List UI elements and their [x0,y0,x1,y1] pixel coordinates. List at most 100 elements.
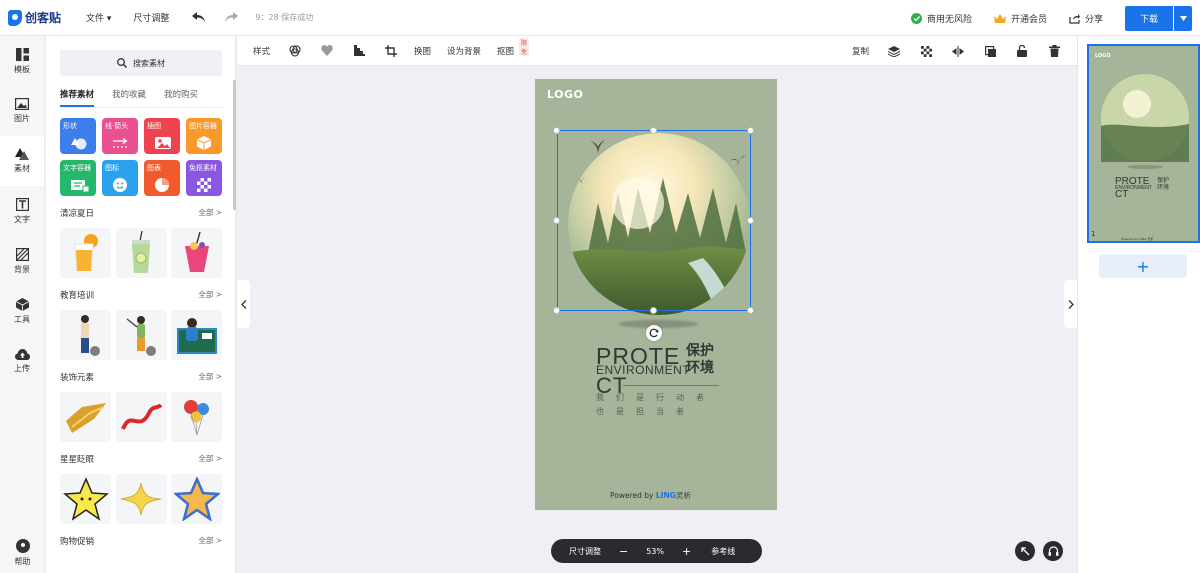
red-ribbon-sticker[interactable] [115,392,167,442]
layers-icon[interactable] [887,45,901,57]
delete-icon[interactable] [1047,45,1061,57]
section-title: 教育培训 [60,291,95,301]
redo-icon[interactable] [223,11,239,25]
cube-icon [197,136,211,150]
resize-handle[interactable] [553,127,560,134]
resize-handle[interactable] [747,127,754,134]
rotate-handle[interactable] [646,325,662,341]
file-menu[interactable]: 文件 ▾ [86,11,111,24]
rail-item-upload[interactable]: 上传 [0,336,44,386]
rail-item-image[interactable]: 图片 [0,86,44,136]
zoom-level[interactable]: 53% [646,547,664,556]
resize-handle[interactable] [747,307,754,314]
style-button[interactable]: 样式 [253,45,270,57]
category-line-arrow[interactable]: 线·箭头 [102,118,138,154]
filter-icon[interactable] [288,44,302,57]
gold-ribbon-sticker[interactable] [60,392,111,442]
rail-item-tools[interactable]: 工具 [0,286,44,336]
resize-handle[interactable] [650,307,657,314]
poster-logo-text[interactable]: LOGO [547,88,583,101]
category-cutout[interactable]: 免抠素材 [186,160,222,196]
tab-purchases[interactable]: 我的购买 [164,88,198,107]
opacity-icon[interactable] [919,45,933,57]
category-label: 图片容器 [189,122,217,130]
app-logo[interactable]: 创客贴 [8,9,70,26]
poster-powered-by[interactable]: Powered by LING灵析 [610,490,691,501]
category-shape[interactable]: 形状 [60,118,96,154]
chevron-left-icon [240,299,246,309]
text-box-icon [71,180,89,192]
category-icon[interactable]: 图标 [102,160,138,196]
category-chart[interactable]: 图表 [144,160,180,196]
resize-handle[interactable] [553,217,560,224]
panel-scrollbar[interactable] [233,80,236,210]
illustration-icon [155,137,171,149]
category-text-container[interactable]: 文字容器 [60,160,96,196]
commercial-safe-link[interactable]: 商用无风险 [910,12,972,25]
search-label: 搜索素材 [133,58,165,68]
pie-chart-icon [155,178,169,192]
poster-subtitle-1[interactable]: 我们是行动者 [596,392,716,403]
resize-handle[interactable] [650,127,657,134]
teacher-pointing-illustration[interactable] [115,310,167,360]
resize-handle[interactable] [553,307,560,314]
category-illustration[interactable]: 插图 [144,118,180,154]
zoom-resize-button[interactable]: 尺寸调整 [569,546,601,557]
svg-text:LOGO: LOGO [1095,53,1111,59]
zoom-out-button[interactable]: − [619,545,628,558]
set-background-button[interactable]: 设为背景 [447,45,481,57]
sparkle-star-sticker[interactable] [115,474,167,524]
balloons-sticker[interactable] [171,392,222,442]
vip-link[interactable]: 开通会员 [993,12,1047,25]
orange-star-sticker[interactable] [171,474,222,524]
customer-service-button[interactable] [1043,541,1063,561]
teacher-illustration[interactable] [60,310,111,360]
search-material-button[interactable]: 搜索素材 [60,50,222,76]
guides-button[interactable]: 参考线 [711,546,735,557]
cutout-button[interactable]: 抠图 限免 [497,37,530,57]
flip-icon[interactable] [951,45,965,57]
transparency-icon[interactable] [352,45,366,56]
add-page-button[interactable]: + [1099,254,1187,278]
rail-item-template[interactable]: 模板 [0,36,44,86]
blackboard-teacher-illustration[interactable] [171,310,222,360]
lock-icon[interactable] [1015,45,1029,57]
view-all-link[interactable]: 全部 > [198,371,222,383]
rail-item-material[interactable]: 素材 [0,136,44,186]
download-dropdown-icon[interactable] [1174,5,1192,31]
back-to-top-button[interactable] [1015,541,1035,561]
rail-item-background[interactable]: 背景 [0,236,44,286]
tab-favorites[interactable]: 我的收藏 [112,88,146,107]
favorite-heart-icon[interactable] [320,45,334,56]
page-thumbnail[interactable]: LOGO PROTE ENVIRONMENT CT 保护 环境 Powered … [1087,44,1200,243]
resize-menu[interactable]: 尺寸调整 [133,11,169,24]
yellow-star-face-sticker[interactable] [60,474,111,524]
tab-recommended[interactable]: 推荐素材 [60,88,95,107]
lime-drink-sticker[interactable] [115,228,167,278]
share-button[interactable]: 分享 [1069,12,1103,25]
collapse-right-panel-button[interactable] [1064,280,1077,328]
view-all-link[interactable]: 全部 > [198,535,222,547]
collapse-left-panel-button[interactable] [237,280,250,328]
material-panel: 搜索素材 推荐素材 我的收藏 我的购买 形状 线·箭头 插图 图片容器 文字容器… [46,36,236,573]
view-all-link[interactable]: 全部 > [198,207,222,219]
download-button[interactable]: 下载 [1125,5,1173,31]
view-all-link[interactable]: 全部 > [198,289,222,301]
orange-juice-sticker[interactable] [60,228,111,278]
category-image-container[interactable]: 图片容器 [186,118,222,154]
copy-button[interactable]: 复制 [852,45,869,57]
resize-handle[interactable] [747,217,754,224]
view-all-link[interactable]: 全部 > [198,453,222,465]
crop-icon[interactable] [384,44,398,57]
berry-drink-sticker[interactable] [171,228,222,278]
nature-globe-image[interactable] [568,133,750,315]
zoom-in-button[interactable]: + [682,545,691,558]
rail-item-text[interactable]: 文字 [0,186,44,236]
help-button[interactable]: 帮助 [0,539,45,567]
position-icon[interactable] [983,45,997,57]
undo-icon[interactable] [191,11,207,25]
poster-title-chinese[interactable]: 保护环境 [686,343,720,377]
replace-image-button[interactable]: 换图 [414,45,431,57]
design-canvas[interactable]: LOGO PROTE ENVIRONMENT CT 保护环境 我们是行动者 也是… [535,79,777,510]
poster-subtitle-2[interactable]: 也是担当者 [596,406,696,417]
